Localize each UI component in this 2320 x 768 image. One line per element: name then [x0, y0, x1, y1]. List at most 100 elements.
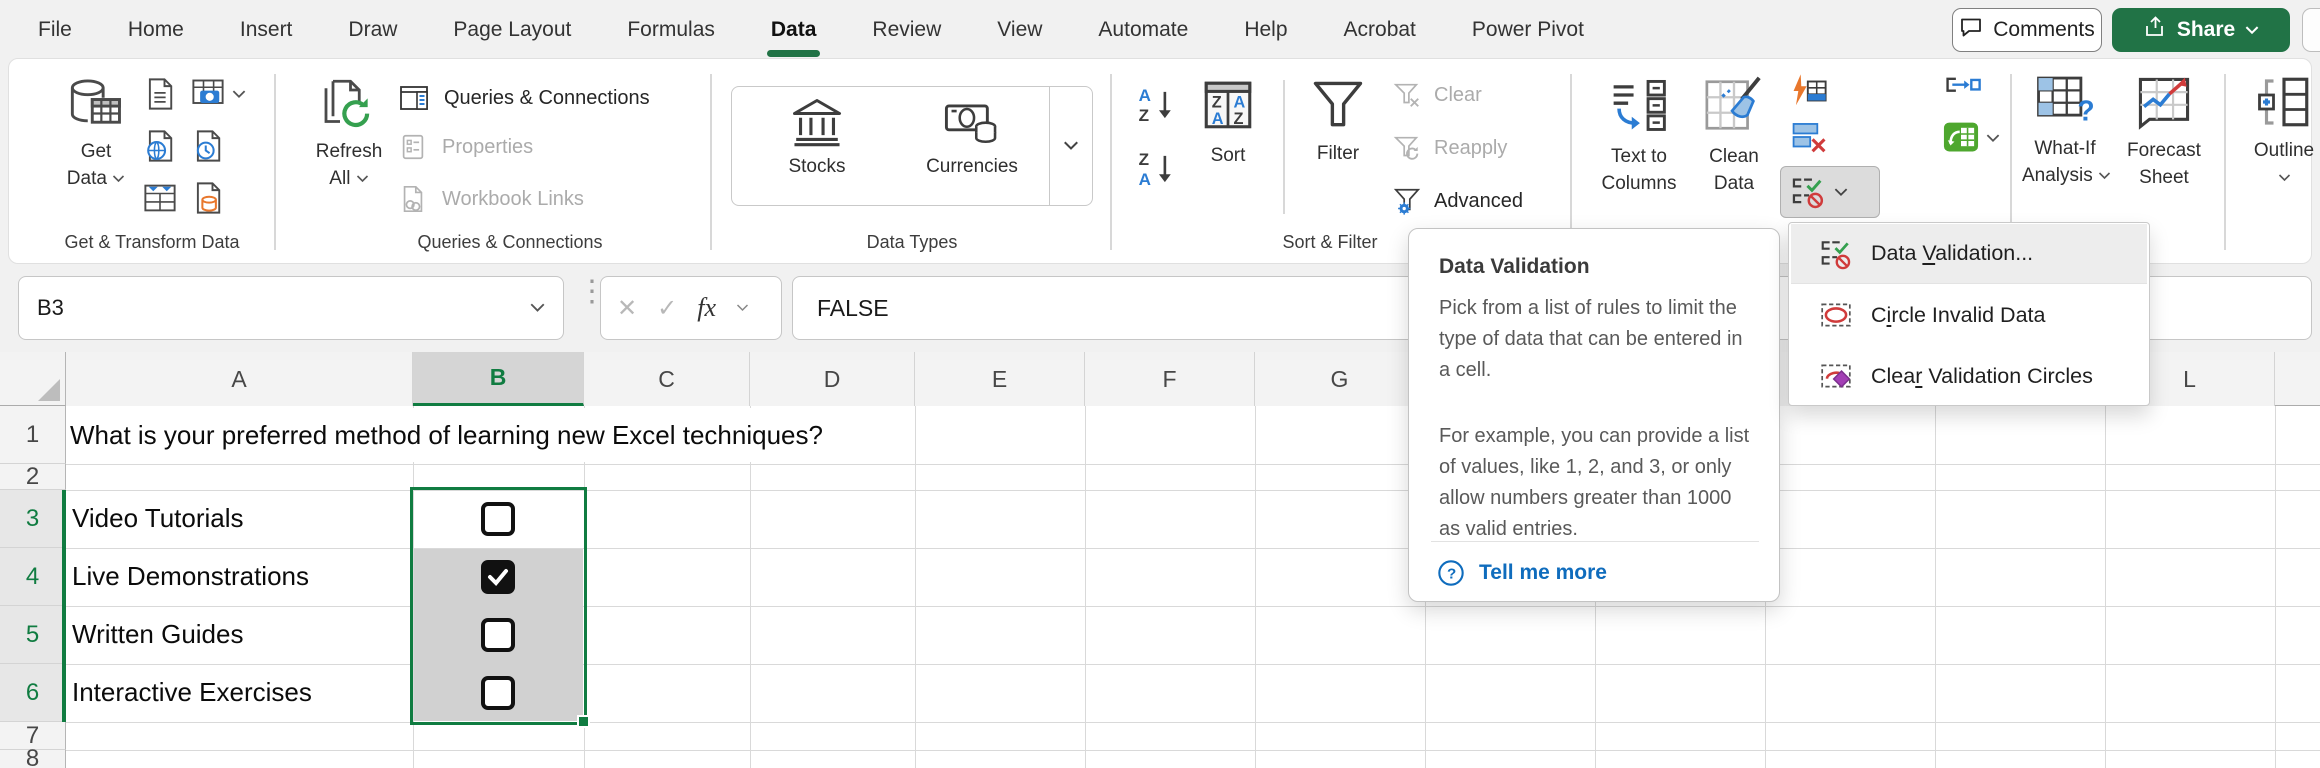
- select-all-corner[interactable]: [0, 352, 66, 406]
- data-types-gallery-more-button[interactable]: [1049, 86, 1093, 206]
- row-header-6[interactable]: 6: [0, 664, 66, 722]
- cell-a1[interactable]: What is your preferred method of learnin…: [70, 408, 837, 462]
- tab-power-pivot[interactable]: Power Pivot: [1472, 0, 1584, 60]
- tab-draw[interactable]: Draw: [348, 0, 397, 60]
- get-data-label-1: Get: [81, 141, 112, 162]
- tab-file[interactable]: File: [38, 0, 72, 60]
- tab-page-layout[interactable]: Page Layout: [453, 0, 571, 60]
- reapply-filter-label: Reapply: [1434, 137, 1507, 160]
- data-model-button[interactable]: [1940, 116, 1982, 163]
- tab-data[interactable]: Data: [771, 0, 817, 60]
- tab-insert[interactable]: Insert: [240, 0, 293, 60]
- data-validation-chevron-icon: [1834, 188, 1848, 197]
- sort-descending-button[interactable]: ZA: [1136, 148, 1178, 195]
- column-header-f[interactable]: F: [1085, 352, 1255, 406]
- from-web-button[interactable]: [142, 128, 178, 169]
- clear-validation-circles-icon: [1819, 359, 1853, 393]
- column-header-d[interactable]: D: [750, 352, 915, 406]
- fill-handle[interactable]: [577, 715, 590, 728]
- tab-help[interactable]: Help: [1244, 0, 1287, 60]
- recent-sources-button[interactable]: [190, 128, 226, 169]
- cell-a4[interactable]: Live Demonstrations: [72, 561, 309, 592]
- share-button[interactable]: Share: [2112, 8, 2290, 52]
- name-box[interactable]: B3: [18, 276, 564, 340]
- get-data-button[interactable]: GetData: [52, 76, 140, 139]
- tab-home[interactable]: Home: [128, 0, 184, 60]
- clean-data-label-1: Clean: [1709, 146, 1759, 167]
- consolidate-button[interactable]: [1944, 74, 1982, 117]
- gallery-more-chevron-icon: [1063, 141, 1079, 151]
- cell-a6[interactable]: Interactive Exercises: [72, 677, 312, 708]
- sort-button[interactable]: ZAAZ Sort: [1192, 76, 1264, 167]
- from-picture-button[interactable]: [190, 76, 226, 117]
- tooltip-divider: [1431, 541, 1759, 542]
- what-if-label-2: Analysis: [2022, 165, 2093, 186]
- advanced-filter-label: Advanced: [1434, 190, 1523, 213]
- clear-filter-label: Clear: [1434, 84, 1482, 107]
- forecast-sheet-button[interactable]: ForecastSheet: [2122, 74, 2206, 191]
- from-text-csv-button[interactable]: [142, 76, 178, 117]
- clean-data-button[interactable]: Clean Data: [1692, 74, 1776, 197]
- formula-controls: ✕ ✓ fx: [600, 276, 782, 340]
- clean-data-label-2: Data: [1714, 173, 1754, 194]
- text-to-columns-button[interactable]: Text toColumns: [1594, 76, 1684, 197]
- column-header-a[interactable]: A: [66, 352, 413, 406]
- menu-item-data-validation[interactable]: Data Validation...: [1791, 224, 2147, 284]
- row-header-3[interactable]: 3: [0, 490, 66, 548]
- tell-me-more-link[interactable]: ? Tell me more: [1437, 559, 1607, 587]
- remove-duplicates-button[interactable]: [1790, 118, 1828, 161]
- queries-connections-button[interactable]: Queries & Connections: [398, 82, 650, 114]
- refresh-all-label-2: All: [329, 168, 350, 189]
- refresh-all-icon: [319, 76, 375, 132]
- row-header-2[interactable]: 2: [0, 464, 66, 490]
- row-header-4[interactable]: 4: [0, 548, 66, 606]
- tooltip-paragraph-2: For example, you can provide a list of v…: [1439, 421, 1754, 545]
- ribbon-divider: [710, 74, 712, 250]
- cell-a3[interactable]: Video Tutorials: [72, 503, 244, 534]
- text-to-columns-label-1: Text to: [1611, 146, 1667, 167]
- column-header-e[interactable]: E: [915, 352, 1085, 406]
- column-header-b[interactable]: B: [413, 352, 584, 406]
- tab-automate[interactable]: Automate: [1098, 0, 1188, 60]
- share-icon: [2143, 15, 2167, 45]
- tab-view[interactable]: View: [997, 0, 1042, 60]
- sort-ascending-button[interactable]: AZ: [1136, 84, 1178, 131]
- svg-text:A: A: [1212, 110, 1224, 128]
- column-header-c[interactable]: C: [584, 352, 750, 406]
- tab-formulas[interactable]: Formulas: [627, 0, 715, 60]
- comments-icon: [1959, 15, 1983, 45]
- cell-a5[interactable]: Written Guides: [72, 619, 243, 650]
- from-table-range-button[interactable]: [142, 180, 178, 221]
- flash-fill-button[interactable]: [1790, 72, 1828, 115]
- insert-function-button[interactable]: fx: [697, 293, 716, 323]
- menu-item-clear-validation-circles[interactable]: Clear Validation Circles: [1791, 346, 2147, 406]
- existing-connections-button[interactable]: [190, 180, 226, 221]
- clipped-toolbar-button[interactable]: [2302, 8, 2320, 52]
- data-validation-button[interactable]: [1780, 166, 1880, 218]
- tab-acrobat[interactable]: Acrobat: [1344, 0, 1416, 60]
- menu-item-label: Circle Invalid Data: [1871, 303, 2045, 328]
- row-header-8[interactable]: 8: [0, 750, 66, 768]
- currencies-button[interactable]: Currencies: [907, 97, 1037, 178]
- from-picture-chevron-icon[interactable]: [232, 86, 246, 104]
- get-data-label-2: Data: [67, 168, 107, 189]
- advanced-filter-button[interactable]: Advanced: [1392, 186, 1523, 216]
- row-header-5[interactable]: 5: [0, 606, 66, 664]
- comments-button[interactable]: Comments: [1952, 8, 2102, 52]
- refresh-all-button[interactable]: RefreshAll: [305, 76, 391, 137]
- ribbon-divider: [274, 74, 276, 250]
- menu-item-circle-invalid-data[interactable]: Circle Invalid Data: [1791, 285, 2147, 345]
- filter-button[interactable]: Filter: [1302, 74, 1374, 165]
- advanced-filter-icon: [1392, 186, 1422, 216]
- data-model-chevron-icon[interactable]: [1986, 130, 2000, 148]
- outline-button[interactable]: Outline: [2244, 74, 2320, 191]
- stocks-button[interactable]: Stocks: [762, 97, 872, 178]
- tab-review[interactable]: Review: [872, 0, 941, 60]
- tab-data-label: Data: [771, 18, 817, 42]
- what-if-analysis-button[interactable]: ? What-IfAnalysis: [2022, 74, 2108, 189]
- row-header-1[interactable]: 1: [0, 406, 66, 464]
- column-header-g[interactable]: G: [1255, 352, 1425, 406]
- filter-label: Filter: [1302, 143, 1374, 165]
- menu-item-label: Clear Validation Circles: [1871, 364, 2093, 389]
- clear-filter-icon: [1392, 80, 1422, 110]
